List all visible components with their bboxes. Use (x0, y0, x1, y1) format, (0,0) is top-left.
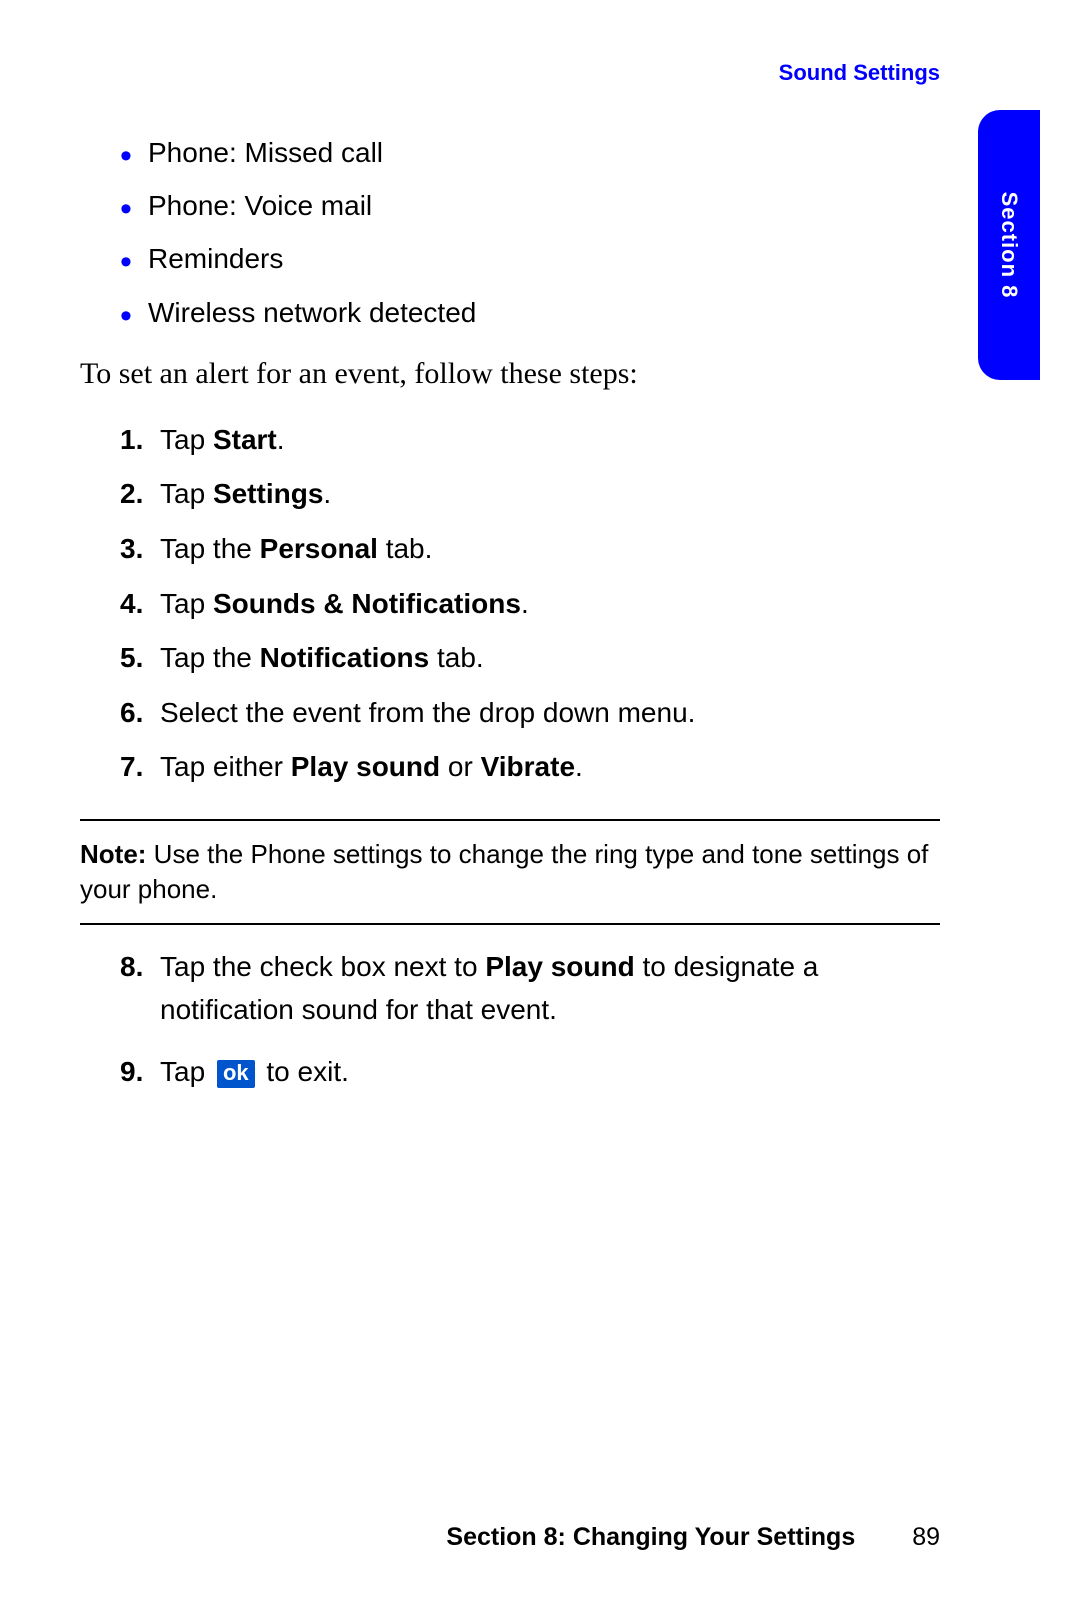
step-item: 5.Tap the Notifications tab. (120, 631, 940, 686)
step-item: 2.Tap Settings. (120, 467, 940, 522)
header-breadcrumb: Sound Settings (80, 60, 940, 86)
step-item: 4.Tap Sounds & Notifications. (120, 577, 940, 632)
step-item: 7.Tap either Play sound or Vibrate. (120, 740, 940, 795)
step-item: 6.Select the event from the drop down me… (120, 686, 940, 741)
intro-text: To set an alert for an event, follow the… (80, 353, 940, 395)
steps-list-continued: 8.Tap the check box next to Play sound t… (120, 945, 940, 1093)
step-item: 9.Tap ok to exit. (120, 1050, 940, 1093)
list-item: Phone: Missed call (120, 126, 940, 179)
note-block: Note: Use the Phone settings to change t… (80, 837, 940, 907)
note-label: Note: (80, 839, 146, 869)
section-tab-label: Section 8 (996, 192, 1022, 299)
section-tab: Section 8 (978, 110, 1040, 380)
page-number: 89 (912, 1523, 940, 1552)
list-item: Wireless network detected (120, 286, 940, 339)
list-item: Reminders (120, 232, 940, 285)
note-text: Use the Phone settings to change the rin… (80, 839, 928, 904)
list-item: Phone: Voice mail (120, 179, 940, 232)
divider (80, 923, 940, 925)
manual-page: Sound Settings Section 8 Phone: Missed c… (0, 0, 1080, 1622)
divider (80, 819, 940, 821)
step-item: 3.Tap the Personal tab. (120, 522, 940, 577)
ok-icon: ok (217, 1060, 255, 1088)
step-item: 1.Tap Start. (120, 413, 940, 468)
step-item: 8.Tap the check box next to Play sound t… (120, 945, 940, 1032)
steps-list: 1.Tap Start. 2.Tap Settings. 3.Tap the P… (120, 413, 940, 795)
page-footer: Section 8: Changing Your Settings 89 (0, 1523, 1080, 1552)
footer-section: Section 8: Changing Your Settings (446, 1523, 855, 1551)
bullet-list: Phone: Missed call Phone: Voice mail Rem… (120, 126, 940, 339)
